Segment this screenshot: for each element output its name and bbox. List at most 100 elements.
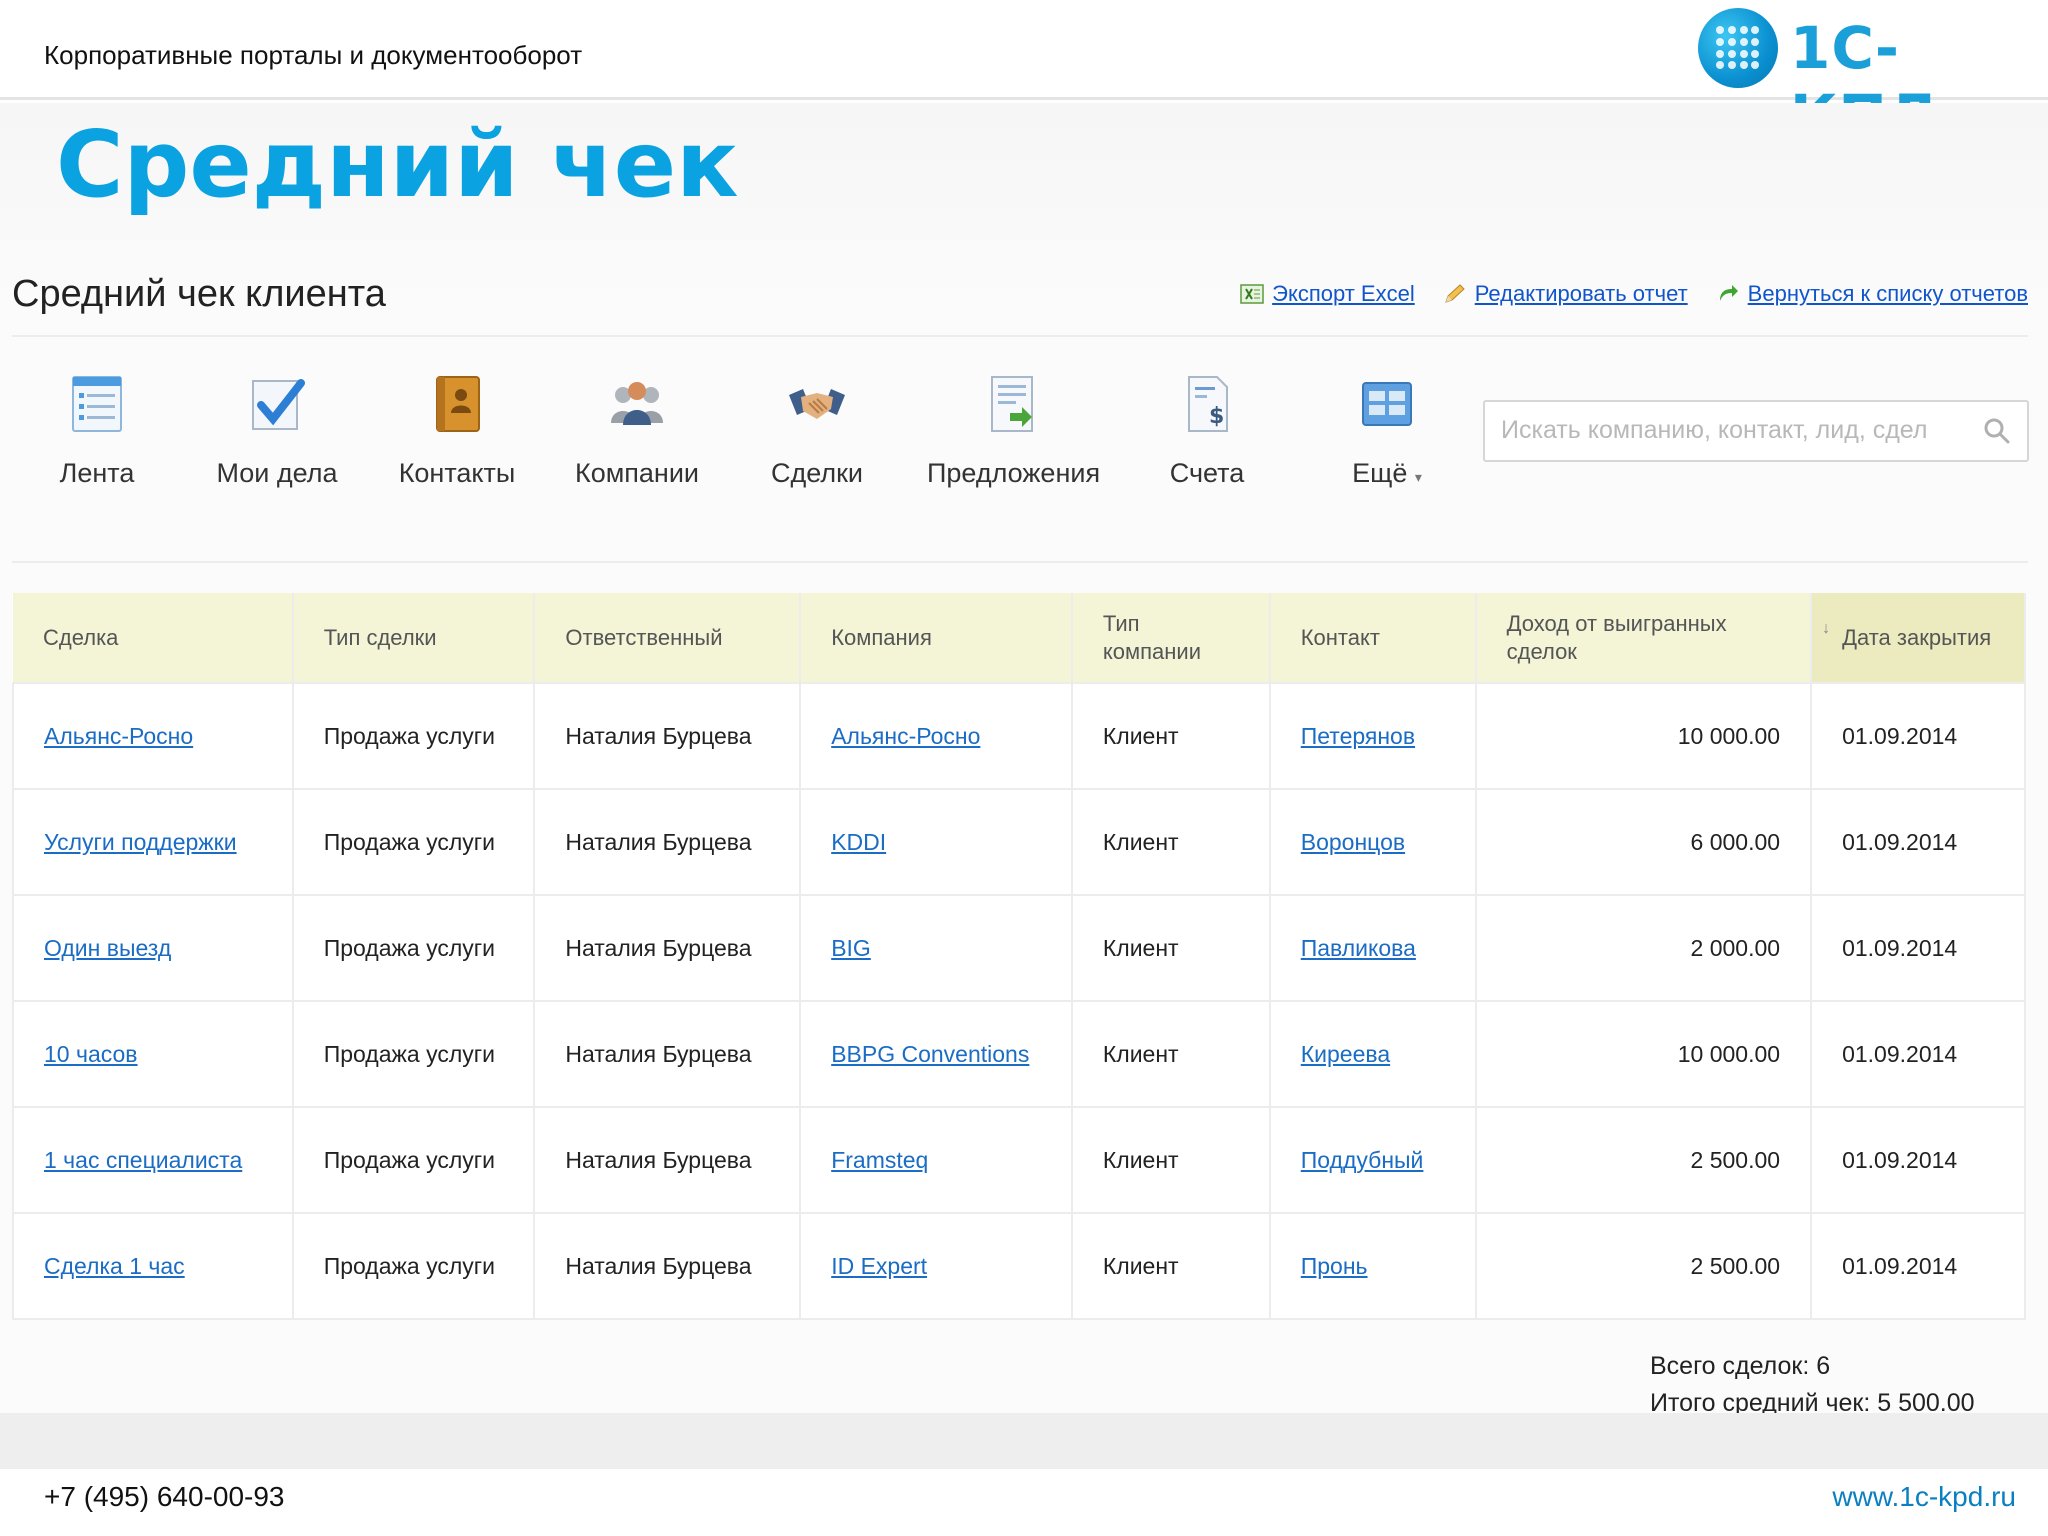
report-title: Средний чек клиента: [12, 273, 386, 315]
responsible-cell: Наталия Бурцева: [533, 894, 802, 1002]
contact-link[interactable]: Пронь: [1301, 1253, 1368, 1279]
more-label: Ещё: [1352, 458, 1408, 488]
export-excel-link[interactable]: Экспорт Excel: [1240, 281, 1415, 307]
company-link[interactable]: Альянс-Росно: [831, 723, 980, 749]
company-cell: KDDI: [799, 788, 1073, 896]
deal-link[interactable]: Альянс-Росно: [44, 723, 193, 749]
responsible-cell: Наталия Бурцева: [533, 682, 802, 790]
company-link[interactable]: ID Expert: [831, 1253, 927, 1279]
contact-link[interactable]: Павликова: [1301, 935, 1416, 961]
report-totals: Всего сделок: 6 Итого средний чек: 5 500…: [1650, 1348, 1975, 1422]
deal-link[interactable]: 10 часов: [44, 1041, 138, 1067]
table-row: 1 час специалиста Продажа услуги Наталия Б…: [12, 1106, 2026, 1214]
deals-icon: [789, 389, 845, 419]
website-link[interactable]: www.1c-kpd.ru: [1832, 1481, 2016, 1513]
back-to-reports-label: Вернуться к списку отчетов: [1747, 281, 2028, 306]
toolbar-item-companies[interactable]: Компании: [552, 373, 722, 489]
toolbar-item-contacts[interactable]: Контакты: [372, 373, 542, 489]
slide-footer: +7 (495) 640-00-93 www.1c-kpd.ru: [0, 1413, 2048, 1536]
close-date-cell: 01.09.2014: [1810, 1000, 2026, 1108]
close-date-cell: 01.09.2014: [1810, 788, 2026, 896]
companies-icon: [611, 382, 663, 425]
toolbar-label: Контакты: [398, 458, 516, 488]
toolbar-item-feed[interactable]: Лента: [12, 373, 182, 489]
responsible-cell: Наталия Бурцева: [533, 1212, 802, 1320]
contact-cell: Петерянов: [1268, 682, 1477, 790]
deal-type-cell: Продажа услуги: [291, 1212, 536, 1320]
income-cell: 6 000.00: [1474, 788, 1813, 896]
export-excel-label: Экспорт Excel: [1272, 281, 1415, 306]
column-header-deal-type[interactable]: Тип сделки: [292, 593, 536, 683]
toolbar-item-proposals[interactable]: Предложения: [927, 373, 1100, 489]
report-actions: Экспорт Excel Редактировать отчет Вернут…: [1240, 281, 2028, 307]
toolbar-item-tasks[interactable]: Мои дела: [192, 373, 362, 489]
income-cell: 10 000.00: [1474, 682, 1813, 790]
table-row: Альянс-Росно Продажа услуги Наталия Бурцев…: [12, 682, 2026, 790]
column-header-contact[interactable]: Контакт: [1269, 593, 1477, 683]
close-date-cell: 01.09.2014: [1810, 894, 2026, 1002]
divider: [12, 335, 2028, 337]
search-icon[interactable]: [1983, 417, 2011, 445]
search-input[interactable]: [1501, 416, 1971, 445]
toolbar-label: Сделки: [770, 458, 864, 488]
deal-cell: Альянс-Росно: [12, 682, 294, 790]
contact-link[interactable]: Воронцов: [1301, 829, 1405, 855]
slide-title: Средний чек: [56, 111, 739, 218]
column-header-company-type[interactable]: Тип компании: [1071, 593, 1271, 683]
contact-link[interactable]: Поддубный: [1301, 1147, 1424, 1173]
company-cell: ID Expert: [799, 1212, 1073, 1320]
deal-cell: Услуги поддержки: [12, 788, 294, 896]
slide-header: Корпоративные порталы и документооборот …: [0, 0, 2048, 150]
contact-link[interactable]: Петерянов: [1301, 723, 1415, 749]
deal-link[interactable]: Сделка 1 час: [44, 1253, 185, 1279]
column-header-income[interactable]: Доход от выигранных сделок: [1475, 593, 1813, 683]
footer-band: [0, 1413, 2048, 1469]
toolbar-item-deals[interactable]: Сделки: [732, 373, 902, 489]
column-header-company[interactable]: Компания: [800, 593, 1073, 683]
svg-text:$: $: [1209, 404, 1224, 429]
invoices-icon: $: [1188, 376, 1228, 432]
responsible-cell: Наталия Бурцева: [533, 788, 802, 896]
deal-type-cell: Продажа услуги: [291, 788, 536, 896]
search-field[interactable]: [1483, 400, 2029, 462]
tasks-icon: [252, 379, 305, 430]
toolbar-item-invoices[interactable]: $ Счета: [1122, 373, 1292, 489]
contacts-icon: [436, 376, 480, 432]
contact-cell: Киреева: [1268, 1000, 1477, 1108]
company-link[interactable]: KDDI: [831, 829, 886, 855]
table-header-row: Сделка Тип сделки Ответственный Компания…: [13, 593, 2026, 683]
toolbar-item-more[interactable]: Ещё ▾: [1302, 373, 1472, 489]
company-cell: Альянс-Росно: [799, 682, 1073, 790]
company-link[interactable]: BIG: [831, 935, 871, 961]
edit-report-link[interactable]: Редактировать отчет: [1443, 281, 1688, 307]
company-link[interactable]: BBPG Conventions: [831, 1041, 1029, 1067]
column-header-close-date[interactable]: ↓ Дата закрытия: [1811, 593, 2026, 683]
table-row: Сделка 1 час Продажа услуги Наталия Бурцев…: [12, 1212, 2026, 1320]
column-header-deal[interactable]: Сделка: [13, 593, 294, 683]
company-link[interactable]: Framsteq: [831, 1147, 928, 1173]
column-header-responsible[interactable]: Ответственный: [534, 593, 802, 683]
close-date-header-label: Дата закрытия: [1842, 624, 1992, 650]
company-type-cell: Клиент: [1070, 682, 1271, 790]
back-to-reports-link[interactable]: Вернуться к списку отчетов: [1716, 281, 2028, 307]
contact-cell: Воронцов: [1268, 788, 1477, 896]
company-cell: Framsteq: [799, 1106, 1073, 1214]
close-date-cell: 01.09.2014: [1810, 682, 2026, 790]
back-arrow-icon: [1719, 285, 1738, 301]
pencil-icon: [1444, 284, 1465, 303]
deal-link[interactable]: 1 час специалиста: [44, 1147, 242, 1173]
deal-type-cell: Продажа услуги: [291, 682, 536, 790]
deal-link[interactable]: Услуги поддержки: [44, 829, 237, 855]
contact-link[interactable]: Киреева: [1301, 1041, 1390, 1067]
toolbar-label: Компании: [574, 458, 700, 488]
table-row: 10 часов Продажа услуги Наталия Бурцева BBP…: [12, 1000, 2026, 1108]
slide-subtitle: Корпоративные порталы и документооборот: [44, 40, 583, 70]
company-cell: BBPG Conventions: [799, 1000, 1073, 1108]
deal-link[interactable]: Один выезд: [44, 935, 171, 961]
logo-icon: [1698, 8, 1778, 88]
edit-report-label: Редактировать отчет: [1474, 281, 1688, 306]
total-deals-count: Всего сделок: 6: [1650, 1352, 1831, 1380]
close-date-cell: 01.09.2014: [1810, 1212, 2026, 1320]
company-logo: 1С-КПД: [1698, 8, 2008, 150]
income-cell: 2 000.00: [1474, 894, 1813, 1002]
